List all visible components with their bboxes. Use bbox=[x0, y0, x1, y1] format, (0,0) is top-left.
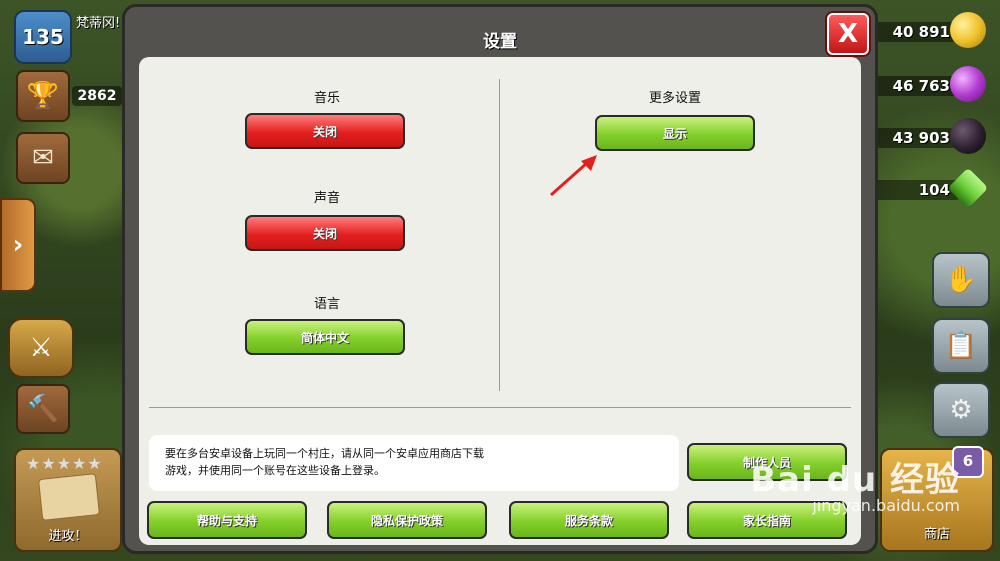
attack-label: 进攻！ bbox=[48, 529, 88, 544]
dialog-title: 设置 bbox=[483, 32, 517, 52]
more-settings-button[interactable]: 显示 bbox=[595, 115, 755, 151]
gem-amount: 104 bbox=[870, 180, 960, 200]
gear-icon: ⚙ bbox=[949, 395, 973, 425]
elixir-amount: 46 763 bbox=[870, 76, 960, 96]
trophy-icon: 🏆 bbox=[26, 81, 60, 111]
shop-label: 商店 bbox=[923, 527, 950, 542]
dark-elixir-amount: 43 903 bbox=[870, 128, 960, 148]
share-button[interactable]: ✋ bbox=[932, 252, 990, 308]
elixir-drop-icon bbox=[950, 66, 986, 102]
level-badge[interactable]: 135 bbox=[14, 10, 72, 64]
help-support-button[interactable]: 帮助与支持 bbox=[147, 501, 307, 539]
note-line-1: 要在多台安卓设备上玩同一个村庄，请从同一个安卓应用商店下载 bbox=[165, 447, 484, 460]
elixir-resource: 46 763 bbox=[866, 66, 986, 102]
sound-label: 声音 bbox=[313, 191, 340, 206]
more-settings-label: 更多设置 bbox=[648, 91, 701, 106]
attack-button[interactable]: ★★★★★ 进攻！ bbox=[14, 448, 122, 552]
attack-stars: ★★★★★ bbox=[26, 454, 103, 473]
sound-toggle-button[interactable]: 关闭 bbox=[245, 215, 405, 251]
watermark-logo: Bai du 经验 bbox=[750, 460, 960, 500]
left-hud: 135 梵蒂冈! 🏆 2862 ✉ › ⚔ 🔨 ★★★★★ 进攻！ bbox=[0, 0, 125, 561]
multi-device-note: 要在多台安卓设备上玩同一个村庄，请从同一个安卓应用商店下载 游戏，并使用同一个账… bbox=[149, 435, 679, 491]
crossed-swords-icon: ⚔ bbox=[29, 333, 53, 363]
note-line-2: 游戏，并使用同一个账号在这些设备上登录。 bbox=[165, 464, 385, 477]
vertical-divider bbox=[499, 79, 500, 391]
dark-elixir-resource: 43 903 bbox=[866, 118, 986, 154]
gold-coin-icon bbox=[950, 12, 986, 48]
terms-of-service-button[interactable]: 服务条款 bbox=[509, 501, 669, 539]
music-toggle-button[interactable]: 关闭 bbox=[245, 113, 405, 149]
dark-elixir-drop-icon bbox=[950, 118, 986, 154]
side-expand-tab[interactable]: › bbox=[0, 198, 36, 292]
news-button[interactable]: 📋 bbox=[932, 318, 990, 374]
watermark-url: jingyan.baidu.com bbox=[812, 496, 960, 515]
map-icon bbox=[37, 473, 101, 521]
privacy-policy-button[interactable]: 隐私保护政策 bbox=[327, 501, 487, 539]
mail-icon: ✉ bbox=[32, 143, 54, 173]
close-icon: X bbox=[837, 19, 859, 49]
builder-button[interactable]: 🔨 bbox=[16, 384, 70, 434]
notes-icon: 📋 bbox=[944, 331, 978, 361]
player-name: 梵蒂冈! bbox=[76, 16, 121, 31]
gold-resource: 40 891 bbox=[866, 12, 986, 48]
close-button[interactable]: X bbox=[827, 13, 869, 55]
settings-button[interactable]: ⚙ bbox=[932, 382, 990, 438]
horizontal-divider bbox=[149, 407, 851, 408]
gem-resource: 104 bbox=[866, 167, 989, 209]
music-label: 音乐 bbox=[313, 91, 340, 106]
trophy-button[interactable]: 🏆 bbox=[16, 70, 70, 122]
language-label: 语言 bbox=[313, 297, 340, 312]
chevron-right-icon: › bbox=[12, 230, 24, 260]
hand-share-icon: ✋ bbox=[944, 265, 978, 295]
hammer-icon: 🔨 bbox=[26, 394, 60, 424]
clan-war-button[interactable]: ⚔ bbox=[8, 318, 74, 378]
trophy-count: 2862 bbox=[72, 86, 122, 106]
language-button[interactable]: 简体中文 bbox=[245, 319, 405, 355]
pointer-arrow-icon bbox=[550, 155, 597, 197]
mail-button[interactable]: ✉ bbox=[16, 132, 70, 184]
gold-amount: 40 891 bbox=[870, 22, 960, 42]
